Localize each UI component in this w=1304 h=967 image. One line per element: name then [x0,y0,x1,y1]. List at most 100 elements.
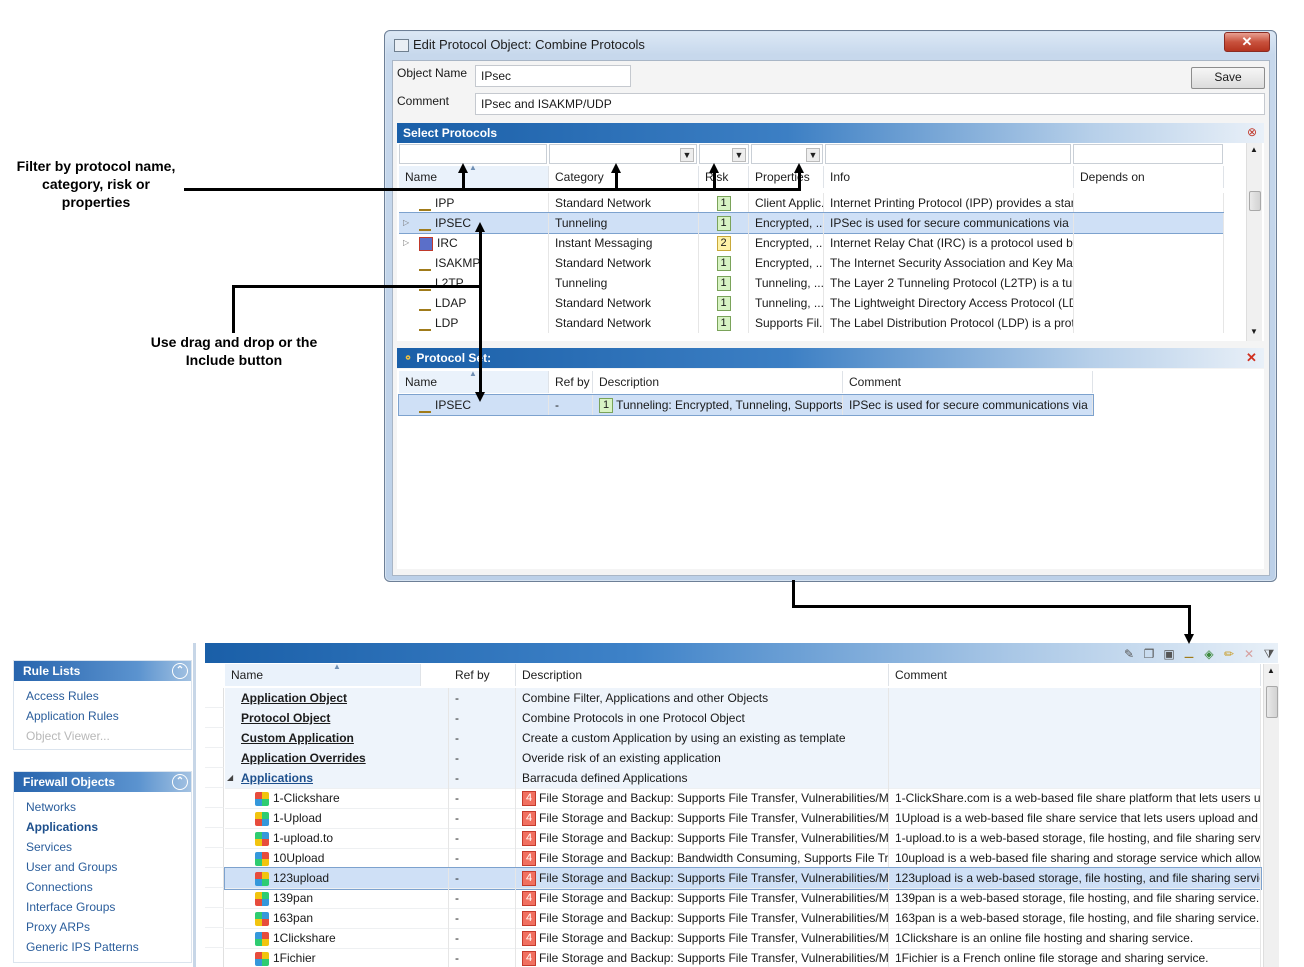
scrollbar-thumb[interactable] [1249,191,1261,211]
select-protocol-row[interactable]: LDAP Standard Network 1 Tunneling, ... The L… [399,293,1224,313]
row-name[interactable]: Application Overrides [241,751,366,765]
scroll-up-icon[interactable]: ▲ [1250,145,1258,154]
select-protocols-scrollbar[interactable]: ▲ ▼ [1246,143,1262,341]
col-depends-on[interactable]: Depends on [1074,166,1224,188]
collapse-icon[interactable]: ⌃ [172,663,188,679]
row-selector[interactable] [205,708,224,728]
table-row[interactable]: Application Overrides - Overide risk of an… [225,748,1261,769]
row-name[interactable]: Custom Application [241,731,354,745]
pencil-icon[interactable]: ✏ [1222,647,1236,661]
set-col-ref-by[interactable]: Ref by [549,371,593,393]
close-button[interactable]: ✕ [1224,32,1270,52]
table-row[interactable]: 1-Upload -4 File Storage and Backup: Suppo… [225,808,1261,829]
sidebar-item-proxy-arps[interactable]: Proxy ARPs [26,920,90,934]
protocol-set-row[interactable]: IPSEC - 1 Tunneling: Encrypted, Tunnelin… [398,394,1094,416]
row-name[interactable]: Protocol Object [241,711,330,725]
col-info[interactable]: Info [824,166,1074,188]
select-protocol-row[interactable]: IPP Standard Network 1 Client Applic... Inte… [399,193,1224,213]
sidebar-item-services[interactable]: Services [26,840,72,854]
scroll-down-icon[interactable]: ▼ [1250,327,1258,336]
table-row[interactable]: 1Clickshare -4 File Storage and Backup: Su… [225,928,1261,949]
applications-scrollbar[interactable]: ▲ [1263,664,1279,967]
row-selector[interactable] [205,848,224,868]
table-row[interactable]: ◢ Applications - Barracuda defined Applicat… [225,768,1261,789]
row-selector[interactable] [205,688,224,708]
scroll-up-icon[interactable]: ▲ [1267,666,1275,675]
set-col-description[interactable]: Description [593,371,843,393]
row-selector[interactable] [205,948,224,967]
row-name[interactable]: Application Object [241,691,347,705]
scrollbar-thumb[interactable] [1266,686,1278,718]
firewall-objects-header[interactable]: Firewall Objects ⌃ [14,772,191,792]
protocol-object-icon[interactable]: ⚊ [1182,647,1196,661]
table-row[interactable]: 10Upload -4 File Storage and Backup: Bandw… [225,848,1261,869]
row-selector[interactable] [205,928,224,948]
col-properties[interactable]: Properties [749,166,824,188]
comment-field[interactable]: IPsec and ISAKMP/UDP [475,93,1265,115]
sidebar-item-interface-groups[interactable]: Interface Groups [26,900,115,914]
expand-icon[interactable]: ▷ [403,213,409,233]
name-filter-input[interactable] [399,144,547,164]
sidebar-item-generic-ips-patterns[interactable]: Generic IPS Patterns [26,940,139,954]
main-col-name[interactable]: Name [225,664,421,686]
row-selector[interactable] [205,768,224,788]
sidebar-item-connections[interactable]: Connections [26,880,93,894]
select-protocol-row[interactable]: L2TP Tunneling 1 Tunneling, ... The Layer 2 … [399,273,1224,293]
remove-icon[interactable]: ✕ [1246,350,1257,366]
row-selector[interactable] [205,908,224,928]
info-filter-input[interactable] [825,144,1071,164]
irc-icon [419,236,433,251]
protocol-name: IPSEC [435,216,472,230]
object-name-field[interactable]: IPsec [475,65,631,87]
edit-icon[interactable]: ✎ [1122,647,1136,661]
row-selector[interactable] [205,788,224,808]
main-col-comment[interactable]: Comment [889,664,1261,686]
main-col-ref-by[interactable]: Ref by [449,664,516,686]
row-name[interactable]: Applications [241,771,313,785]
table-row[interactable]: 1-upload.to -4 File Storage and Backup: Su… [225,828,1261,849]
clone-icon[interactable]: ❐ [1142,647,1156,661]
select-protocol-row[interactable]: LDP Standard Network 1 Supports Fil... The L… [399,313,1224,333]
row-selector[interactable] [205,888,224,908]
delete-icon[interactable]: ✕ [1242,647,1256,661]
sidebar-divider[interactable] [193,643,196,967]
save-button[interactable]: Save [1191,67,1265,89]
row-selector[interactable] [205,808,224,828]
clear-filter-icon[interactable]: ⊗ [1245,125,1259,139]
select-protocol-row[interactable]: ▷ IRC Instant Messaging 2 Encrypted, ... Inte… [399,233,1224,253]
expand-icon[interactable]: ▷ [403,233,409,253]
sidebar-item-user-and-groups[interactable]: User and Groups [26,860,117,874]
row-selector[interactable] [205,828,224,848]
rule-lists-header[interactable]: Rule Lists ⌃ [14,661,191,681]
sidebar-item-networks[interactable]: Networks [26,800,76,814]
table-row[interactable]: Application Object - Combine Filter, Appli… [225,688,1261,709]
sidebar-item-applications[interactable]: Applications [26,820,98,834]
table-row[interactable]: 163pan -4 File Storage and Backup: Support… [225,908,1261,929]
table-row[interactable]: Custom Application - Create a custom Appli… [225,728,1261,749]
table-row[interactable]: 1Fichier -4 File Storage and Backup: Suppo… [225,948,1261,967]
main-col-description[interactable]: Description [516,664,889,686]
row-selector[interactable] [205,868,224,888]
properties-filter-select[interactable]: ▼ [751,144,823,164]
col-risk[interactable]: Risk [699,166,749,188]
collapse-tree-icon[interactable]: ◢ [227,768,233,788]
depends-filter-input[interactable] [1073,144,1223,164]
collapse-icon[interactable]: ⌃ [172,774,188,790]
sidebar-item-application-rules[interactable]: Application Rules [26,709,119,723]
select-protocol-row[interactable]: ▷ IPSEC Tunneling 1 Encrypted, ... IPSec is u… [399,212,1224,234]
row-selector[interactable] [205,728,224,748]
row-selector[interactable] [205,748,224,768]
category-filter-select[interactable]: ▼ [549,144,697,164]
sidebar-item-access-rules[interactable]: Access Rules [26,689,99,703]
table-row[interactable]: 139pan -4 File Storage and Backup: Support… [225,888,1261,909]
col-category[interactable]: Category [549,166,699,188]
filter-icon[interactable]: ⧩ [1262,647,1276,661]
risk-filter-select[interactable]: ▼ [699,144,749,164]
set-col-comment[interactable]: Comment [843,371,1093,393]
object-viewer-icon[interactable]: ▣ [1162,647,1176,661]
table-row[interactable]: Protocol Object - Combine Protocols in one… [225,708,1261,729]
application-object-icon[interactable]: ◈ [1202,647,1216,661]
table-row[interactable]: 123upload -4 File Storage and Backup: Supp… [224,867,1262,890]
select-protocol-row[interactable]: ISAKMP Standard Network 1 Encrypted, ... The… [399,253,1224,273]
table-row[interactable]: 1-Clickshare -4 File Storage and Backup: S… [225,788,1261,809]
